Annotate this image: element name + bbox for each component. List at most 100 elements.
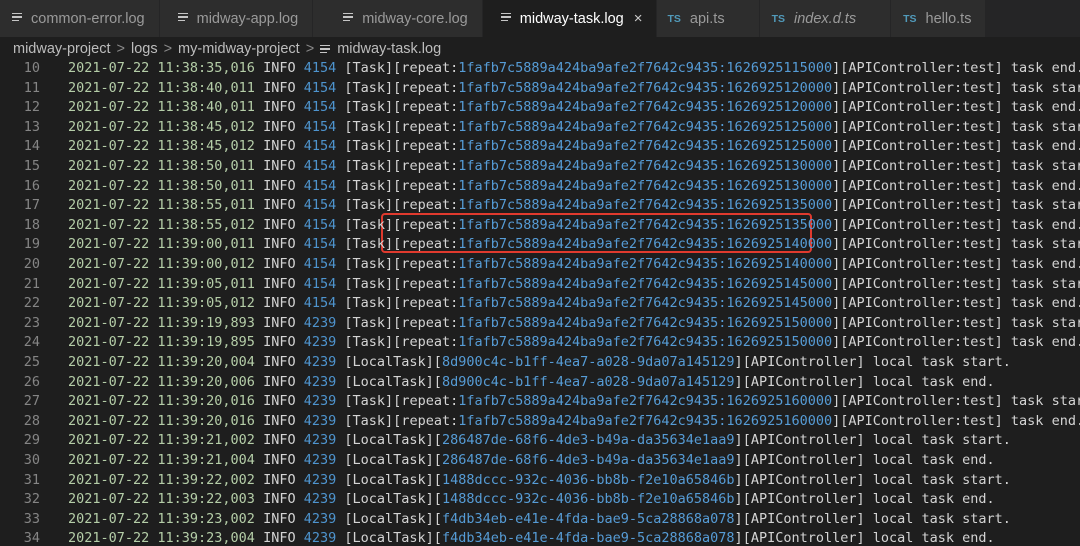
log-timestamp: 2021-07-22 11:38:45,012 — [68, 118, 255, 135]
log-line[interactable]: 31 2021-07-22 11:39:22,002 INFO 4239 [Loc… — [0, 471, 1080, 491]
log-controller: [APIController] — [742, 373, 865, 390]
log-line[interactable]: 14 2021-07-22 11:38:45,012 INFO 4154 [Tas… — [0, 137, 1080, 157]
log-line[interactable]: 19 2021-07-22 11:39:00,011 INFO 4154 [Tas… — [0, 235, 1080, 255]
log-bracket-close: ] — [832, 158, 841, 174]
log-controller: [APIController:test] — [840, 412, 1003, 429]
log-level: INFO — [263, 138, 296, 155]
log-message: task end. — [1002, 60, 1080, 76]
log-pid: 4239 — [303, 491, 337, 508]
log-bracket-close: ] — [734, 373, 743, 390]
tab-index-d-ts[interactable]: TS index.d.ts — [759, 0, 892, 37]
log-pid: 4154 — [303, 177, 337, 194]
log-line[interactable]: 22 2021-07-22 11:39:05,012 INFO 4154 [Tas… — [0, 294, 1080, 314]
tab-label: midway-task.log — [519, 10, 624, 27]
tab-midway-task-log[interactable]: midway-task.log × — [482, 0, 658, 37]
log-timestamp: 2021-07-22 11:38:50,011 — [68, 177, 255, 194]
log-message: task start. — [1010, 275, 1080, 292]
log-text: 2021-07-22 11:39:05,011 INFO 4154 [Task]… — [68, 275, 1080, 295]
log-controller: [APIController] — [742, 491, 865, 508]
log-message: task end. — [1002, 177, 1080, 194]
log-task-id: 1fafb7c5889a424ba9afe2f7642c9435:1626925… — [458, 334, 833, 351]
tab-common-error-log[interactable]: common-error.log — [0, 0, 160, 37]
log-pid: 4239 — [303, 412, 337, 429]
log-controller: [APIController] — [742, 530, 865, 546]
line-number: 34 — [23, 530, 40, 546]
log-level: INFO — [263, 530, 296, 546]
log-line[interactable]: 27 2021-07-22 11:39:20,016 INFO 4239 [Tas… — [0, 392, 1080, 412]
log-timestamp: 2021-07-22 11:39:23,004 — [68, 530, 255, 546]
log-pid: 4239 — [303, 334, 337, 351]
log-line[interactable]: 23 2021-07-22 11:39:19,893 INFO 4239 [Tas… — [0, 314, 1080, 334]
breadcrumb-item-logs[interactable]: logs — [131, 41, 158, 57]
log-message: local task end. — [864, 491, 995, 508]
tab-midway-core-log[interactable]: midway-core.log — [313, 0, 483, 37]
line-number: 27 — [23, 393, 40, 410]
log-text: 2021-07-22 11:39:19,895 INFO 4239 [Task]… — [68, 333, 1080, 353]
tab-label: midway-app.log — [196, 10, 299, 27]
log-line[interactable]: 15 2021-07-22 11:38:50,011 INFO 4154 [Tas… — [0, 157, 1080, 177]
log-task-id: 1fafb7c5889a424ba9afe2f7642c9435:1626925… — [458, 295, 833, 312]
log-message: task end. — [1002, 138, 1080, 155]
log-line[interactable]: 26 2021-07-22 11:39:20,006 INFO 4239 [Loc… — [0, 373, 1080, 393]
log-timestamp: 2021-07-22 11:39:21,004 — [68, 452, 255, 468]
line-number: 14 — [23, 138, 40, 155]
log-repeat-key: repeat: — [401, 314, 459, 331]
close-icon[interactable]: × — [634, 10, 643, 27]
tab-midway-app-log[interactable]: midway-app.log — [159, 0, 314, 37]
log-line[interactable]: 28 2021-07-22 11:39:20,016 INFO 4239 [Tas… — [0, 412, 1080, 432]
log-line[interactable]: 29 2021-07-22 11:39:21,002 INFO 4239 [Loc… — [0, 431, 1080, 451]
breadcrumb-item-midway-task-log[interactable]: midway-task.log — [337, 41, 441, 57]
log-message: local task start. — [864, 471, 1011, 488]
log-line[interactable]: 30 2021-07-22 11:39:21,004 INFO 4239 [Loc… — [0, 451, 1080, 471]
log-pid: 4154 — [303, 295, 337, 312]
log-level: INFO — [263, 491, 296, 508]
log-line[interactable]: 20 2021-07-22 11:39:00,012 INFO 4154 [Tas… — [0, 255, 1080, 275]
log-task-id: 1fafb7c5889a424ba9afe2f7642c9435:1626925… — [458, 236, 833, 253]
log-tag: [Task] — [344, 256, 394, 272]
breadcrumb-item-my-midway-project[interactable]: my-midway-project — [178, 41, 300, 57]
log-task-id: 1fafb7c5889a424ba9afe2f7642c9435:1626925… — [458, 177, 833, 194]
log-line[interactable]: 25 2021-07-22 11:39:20,004 INFO 4239 [Loc… — [0, 353, 1080, 373]
log-bracket-open: [ — [433, 491, 442, 508]
tab-hello-ts[interactable]: TS hello.ts — [891, 0, 987, 37]
log-message: task start. — [1010, 393, 1080, 410]
log-bracket-open: [ — [433, 354, 442, 370]
log-controller: [APIController] — [742, 471, 865, 488]
log-message: task end. — [1002, 216, 1080, 233]
log-tag: [Task] — [344, 236, 394, 253]
log-timestamp: 2021-07-22 11:38:40,011 — [68, 79, 255, 96]
log-timestamp: 2021-07-22 11:39:19,895 — [68, 334, 255, 351]
log-text: 2021-07-22 11:39:20,016 INFO 4239 [Task]… — [68, 412, 1080, 432]
log-tag: [LocalTask] — [344, 452, 434, 468]
log-line[interactable]: 18 2021-07-22 11:38:55,012 INFO 4154 [Tas… — [0, 216, 1080, 236]
log-pid: 4239 — [303, 432, 337, 449]
log-tag: [Task] — [344, 197, 394, 214]
log-editor[interactable]: 10 2021-07-22 11:38:35,016 INFO 4154 [Tas… — [0, 60, 1080, 546]
log-line[interactable]: 21 2021-07-22 11:39:05,011 INFO 4154 [Tas… — [0, 275, 1080, 295]
log-line[interactable]: 17 2021-07-22 11:38:55,011 INFO 4154 [Tas… — [0, 196, 1080, 216]
log-line[interactable]: 10 2021-07-22 11:38:35,016 INFO 4154 [Tas… — [0, 60, 1080, 79]
log-task-id: 1fafb7c5889a424ba9afe2f7642c9435:1626925… — [458, 79, 833, 96]
log-controller: [APIController:test] — [840, 79, 1003, 96]
breadcrumb-item-midway-project[interactable]: midway-project — [13, 41, 111, 57]
log-level: INFO — [263, 354, 296, 370]
log-line[interactable]: 32 2021-07-22 11:39:22,003 INFO 4239 [Loc… — [0, 490, 1080, 510]
log-line[interactable]: 16 2021-07-22 11:38:50,011 INFO 4154 [Tas… — [0, 177, 1080, 197]
log-controller: [APIController:test] — [840, 295, 1003, 312]
log-line[interactable]: 11 2021-07-22 11:38:40,011 INFO 4154 [Tas… — [0, 79, 1080, 99]
log-line[interactable]: 34 2021-07-22 11:39:23,004 INFO 4239 [Loc… — [0, 529, 1080, 546]
log-controller: [APIController:test] — [840, 275, 1003, 292]
log-line[interactable]: 33 2021-07-22 11:39:23,002 INFO 4239 [Loc… — [0, 510, 1080, 530]
log-text: 2021-07-22 11:39:23,002 INFO 4239 [Local… — [68, 510, 1011, 530]
log-timestamp: 2021-07-22 11:39:00,011 — [68, 236, 255, 253]
log-message: task start. — [1010, 158, 1080, 174]
log-line[interactable]: 24 2021-07-22 11:39:19,895 INFO 4239 [Tas… — [0, 333, 1080, 353]
log-controller: [APIController:test] — [840, 197, 1003, 214]
log-text: 2021-07-22 11:39:00,011 INFO 4154 [Task]… — [68, 235, 1080, 255]
log-line[interactable]: 12 2021-07-22 11:38:40,011 INFO 4154 [Tas… — [0, 98, 1080, 118]
tab-api-ts[interactable]: TS api.ts — [657, 0, 760, 37]
log-line[interactable]: 13 2021-07-22 11:38:45,012 INFO 4154 [Tas… — [0, 118, 1080, 138]
log-pid: 4154 — [303, 275, 337, 292]
log-message: local task start. — [864, 432, 1011, 449]
log-task-id: 286487de-68f6-4de3-b49a-da35634e1aa9 — [441, 452, 735, 468]
